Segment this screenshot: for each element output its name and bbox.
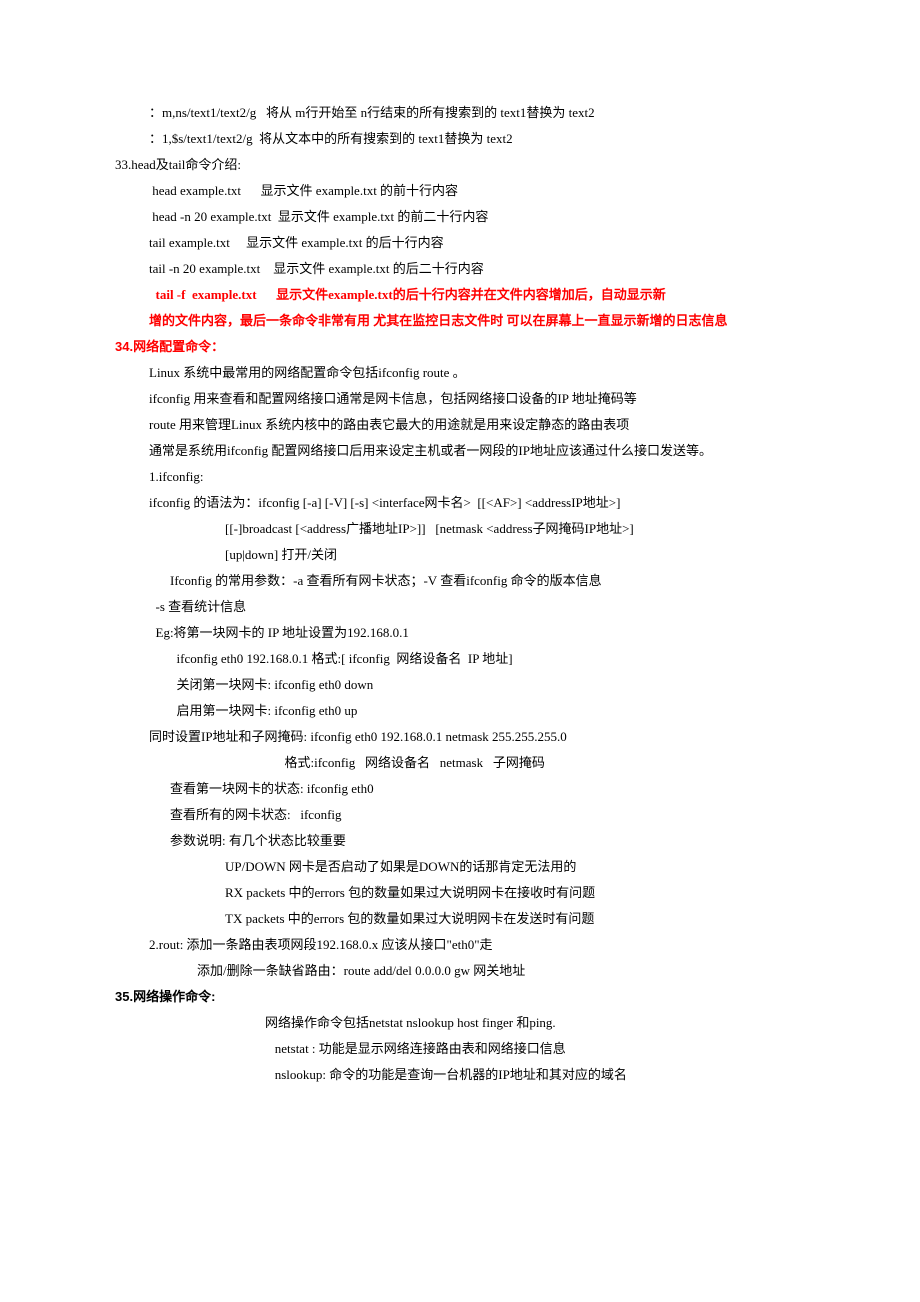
text-line: tail example.txt 显示文件 example.txt 的后十行内容 [115,230,805,256]
text-line: UP/DOWN 网卡是否启动了如果是DOWN的话那肯定无法用的 [115,854,805,880]
text-line: netstat : 功能是显示网络连接路由表和网络接口信息 [115,1036,805,1062]
text-line: 查看所有的网卡状态: ifconfig [115,802,805,828]
text-line: Linux 系统中最常用的网络配置命令包括ifconfig route 。 [115,360,805,386]
document-page: ：m,ns/text1/text2/g 将从 m行开始至 n行结束的所有搜索到的… [0,0,920,1188]
text-line: 参数说明: 有几个状态比较重要 [115,828,805,854]
text-line: 34.网络配置命令： [115,334,805,360]
text-line: ifconfig 的语法为：ifconfig [-a] [-V] [-s] <i… [115,490,805,516]
text-line: 启用第一块网卡: ifconfig eth0 up [115,698,805,724]
text-line: 通常是系统用ifconfig 配置网络接口后用来设定主机或者一网段的IP地址应该… [115,438,805,464]
text-line: 1.ifconfig: [115,464,805,490]
text-line: head -n 20 example.txt 显示文件 example.txt … [115,204,805,230]
text-line: TX packets 中的errors 包的数量如果过大说明网卡在发送时有问题 [115,906,805,932]
text-line: [up|down] 打开/关闭 [115,542,805,568]
text-line: nslookup: 命令的功能是查询一台机器的IP地址和其对应的域名 [115,1062,805,1088]
text-line: route 用来管理Linux 系统内核中的路由表它最大的用途就是用来设定静态的… [115,412,805,438]
text-line: 35.网络操作命令: [115,984,805,1010]
text-line: ifconfig eth0 192.168.0.1 格式:[ ifconfig … [115,646,805,672]
text-line: 添加/删除一条缺省路由：route add/del 0.0.0.0 gw 网关地… [115,958,805,984]
text-line: 33.head及tail命令介绍: [115,152,805,178]
text-line: head example.txt 显示文件 example.txt 的前十行内容 [115,178,805,204]
text-line: 同时设置IP地址和子网掩码: ifconfig eth0 192.168.0.1… [115,724,805,750]
text-line: -s 查看统计信息 [115,594,805,620]
text-line: ：1,$s/text1/text2/g 将从文本中的所有搜索到的 text1替换… [115,126,805,152]
text-line: 网络操作命令包括netstat nslookup host finger 和pi… [115,1010,805,1036]
text-line: RX packets 中的errors 包的数量如果过大说明网卡在接收时有问题 [115,880,805,906]
text-line: Eg:将第一块网卡的 IP 地址设置为192.168.0.1 [115,620,805,646]
text-line: 增的文件内容，最后一条命令非常有用 尤其在监控日志文件时 可以在屏幕上一直显示新… [115,308,805,334]
text-line: tail -f example.txt 显示文件example.txt的后十行内… [115,282,805,308]
text-line: 查看第一块网卡的状态: ifconfig eth0 [115,776,805,802]
text-line: 格式:ifconfig 网络设备名 netmask 子网掩码 [115,750,805,776]
text-line: ifconfig 用来查看和配置网络接口通常是网卡信息，包括网络接口设备的IP … [115,386,805,412]
text-line: 关闭第一块网卡: ifconfig eth0 down [115,672,805,698]
text-line: ：m,ns/text1/text2/g 将从 m行开始至 n行结束的所有搜索到的… [115,100,805,126]
text-line: tail -n 20 example.txt 显示文件 example.txt … [115,256,805,282]
text-line: 2.rout: 添加一条路由表项网段192.168.0.x 应该从接口"eth0… [115,932,805,958]
text-line: [[-]broadcast [<address广播地址IP>]] [netmas… [115,516,805,542]
text-line: Ifconfig 的常用参数：-a 查看所有网卡状态；-V 查看ifconfig… [115,568,805,594]
